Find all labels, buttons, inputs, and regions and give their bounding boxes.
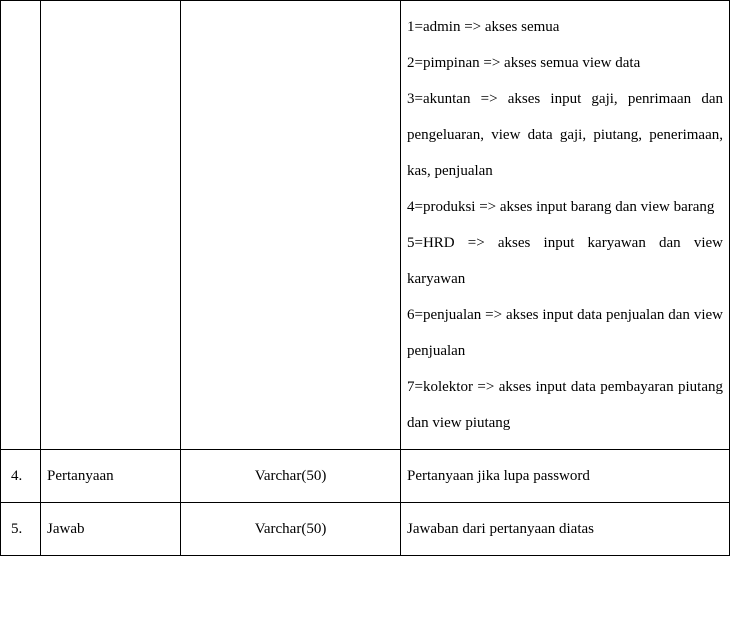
cell-name: Jawab bbox=[41, 503, 181, 556]
desc-line: 3=akuntan => akses input gaji, penrimaan… bbox=[407, 81, 723, 189]
cell-type bbox=[181, 1, 401, 450]
desc-line: 1=admin => akses semua bbox=[407, 9, 723, 45]
cell-type: Varchar(50) bbox=[181, 450, 401, 503]
cell-no: 5. bbox=[1, 503, 41, 556]
desc-line: 2=pimpinan => akses semua view data bbox=[407, 45, 723, 81]
cell-desc: Pertanyaan jika lupa password bbox=[401, 450, 730, 503]
desc-line: Jawaban dari pertanyaan diatas bbox=[407, 511, 723, 547]
cell-type: Varchar(50) bbox=[181, 503, 401, 556]
desc-line: 7=kolektor => akses input data pembayara… bbox=[407, 369, 723, 441]
desc-line: 4=produksi => akses input barang dan vie… bbox=[407, 189, 723, 225]
desc-line: 6=penjualan => akses input data penjuala… bbox=[407, 297, 723, 369]
cell-desc: Jawaban dari pertanyaan diatas bbox=[401, 503, 730, 556]
cell-no: 4. bbox=[1, 450, 41, 503]
cell-name bbox=[41, 1, 181, 450]
table-row: 1=admin => akses semua 2=pimpinan => aks… bbox=[1, 1, 730, 450]
spec-table: 1=admin => akses semua 2=pimpinan => aks… bbox=[0, 0, 730, 556]
table-row: 5. Jawab Varchar(50) Jawaban dari pertan… bbox=[1, 503, 730, 556]
cell-desc: 1=admin => akses semua 2=pimpinan => aks… bbox=[401, 1, 730, 450]
cell-name: Pertanyaan bbox=[41, 450, 181, 503]
desc-line: Pertanyaan jika lupa password bbox=[407, 458, 723, 494]
table-row: 4. Pertanyaan Varchar(50) Pertanyaan jik… bbox=[1, 450, 730, 503]
desc-line: 5=HRD => akses input karyawan dan view k… bbox=[407, 225, 723, 297]
cell-no bbox=[1, 1, 41, 450]
